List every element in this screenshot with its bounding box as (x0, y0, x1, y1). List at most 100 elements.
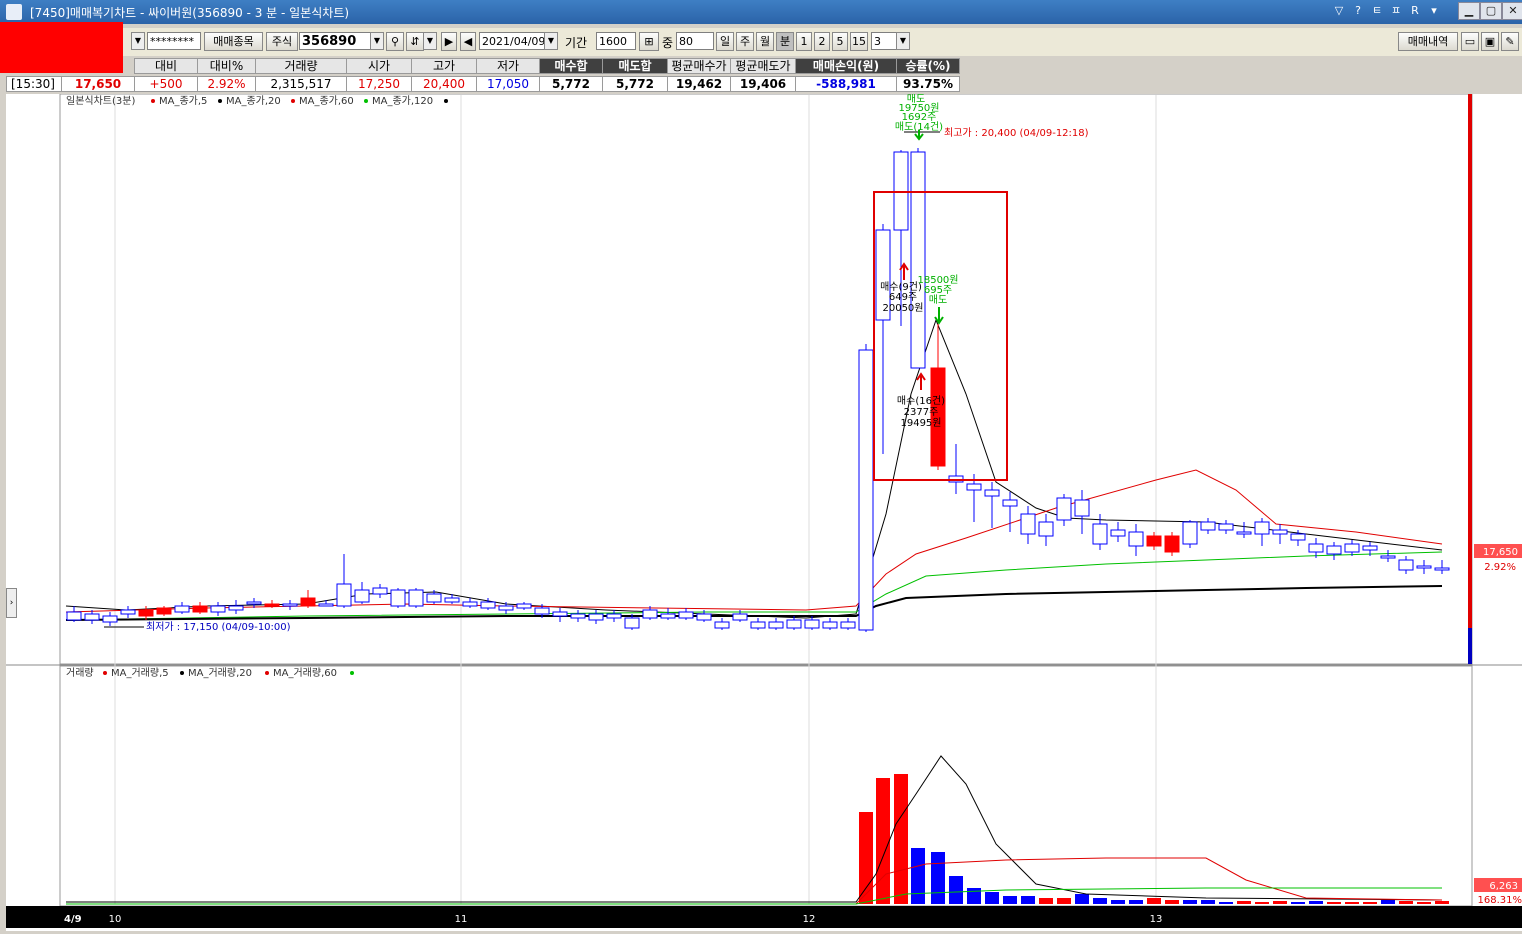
quote-avg-sell: 19,406 (730, 76, 796, 92)
buy1-line2: 649주 (889, 292, 917, 303)
candle-body (1219, 524, 1233, 530)
window-title: [7450]매매복기차트 - 싸이버원(356890 - 3 분 - 일본식차트… (30, 4, 349, 21)
interval-dropdown-icon[interactable]: ▼ (896, 32, 910, 50)
price-legend-dot-4 (364, 99, 368, 103)
candle-body (463, 602, 477, 606)
interval-2-button[interactable]: 2 (814, 32, 830, 51)
candle-body (1147, 536, 1161, 546)
interval-minute-button[interactable]: 분 (776, 32, 794, 51)
password-field[interactable]: ******** (147, 32, 201, 50)
vol-tag: 6,263 (1489, 881, 1518, 892)
settings-wrench-icon[interactable]: ✎ (1501, 32, 1519, 51)
volume-bar (1129, 900, 1143, 904)
candle-body (409, 590, 423, 606)
volume-legend-ma5: MA_거래량,5 (111, 667, 169, 679)
candle-body (247, 602, 261, 604)
candle-body (1417, 566, 1431, 568)
candle-body (661, 614, 675, 618)
layout-icon-1[interactable]: ㅌ (1368, 3, 1386, 19)
date-input[interactable]: 2021/04/09 (479, 32, 545, 50)
interval-month-button[interactable]: 월 (756, 32, 774, 51)
candle-body (157, 608, 171, 614)
grid-icon[interactable]: ⊞ (639, 32, 659, 51)
candle-body (193, 606, 207, 612)
volume-bar (1021, 896, 1035, 904)
refresh-icon[interactable]: R (1406, 3, 1424, 19)
candle-body (121, 610, 135, 614)
quote-change: +500 (134, 76, 198, 92)
candle-body (373, 588, 387, 594)
candlestick-chart[interactable]: 일본식차트(3분) MA_종가,5 MA_종가,20 MA_종가,60 MA_종… (6, 94, 1522, 931)
stock-code-input[interactable]: 356890 (299, 32, 371, 50)
sort-icon[interactable]: ⇵ (406, 32, 424, 51)
stock-code-dropdown-icon[interactable]: ▼ (370, 32, 384, 50)
quote-avg-buy: 19,462 (667, 76, 731, 92)
candle-body (1183, 522, 1197, 544)
candle-body (481, 602, 495, 608)
volume-bar (1363, 902, 1377, 904)
date-dropdown-icon[interactable]: ▼ (544, 32, 558, 50)
quote-low: 17,050 (476, 76, 540, 92)
candle-body (175, 606, 189, 612)
candle-body (859, 350, 873, 630)
interval-1-button[interactable]: 1 (796, 32, 812, 51)
candle-body (1111, 530, 1125, 536)
candle-body (751, 622, 765, 628)
candle-body (1309, 544, 1323, 552)
price-panel (60, 94, 1472, 664)
stock-type-button[interactable]: 주식 (266, 32, 298, 51)
interval-15-button[interactable]: 15 (850, 32, 868, 51)
minimize-button[interactable]: ▁ (1458, 2, 1480, 20)
open-folder-icon[interactable]: ▭ (1461, 32, 1479, 51)
quote-header-sell-sum: 매도합 (602, 58, 668, 74)
period-input[interactable]: 1600 (596, 32, 636, 50)
volume-legend: MA_거래량,5 MA_거래량,20 MA_거래량,60 (103, 667, 354, 679)
candle-body (1273, 530, 1287, 534)
quote-header-avg-sell: 평균매도가 (730, 58, 796, 74)
close-button[interactable]: ✕ (1502, 2, 1522, 20)
volume-bar (967, 888, 981, 904)
volume-bar (1399, 901, 1413, 904)
prev-icon[interactable]: ◀ (460, 32, 476, 51)
quote-change-pct: 2.92% (197, 76, 256, 92)
sort-dropdown-icon[interactable]: ▼ (423, 32, 437, 50)
quote-header-high: 고가 (411, 58, 477, 74)
panel-toggle-icon[interactable]: › (6, 588, 17, 618)
volume-bar (1237, 901, 1251, 904)
price-legend-ma20: MA_종가,20 (226, 95, 281, 107)
candle-body (1003, 500, 1017, 506)
candle-body (283, 604, 297, 606)
save-icon[interactable]: ▣ (1481, 32, 1499, 51)
quote-header-low: 저가 (476, 58, 540, 74)
interval-5-button[interactable]: 5 (832, 32, 848, 51)
interval-week-button[interactable]: 주 (736, 32, 754, 51)
play-icon[interactable]: ▶ (441, 32, 457, 51)
title-bar: [7450]매매복기차트 - 싸이버원(356890 - 3 분 - 일본식차트… (0, 0, 1522, 24)
volume-bar (1381, 900, 1395, 904)
price-legend-dot-2 (218, 99, 222, 103)
search-icon[interactable]: ⚲ (386, 32, 404, 51)
menu-down-icon[interactable]: ▾ (1425, 3, 1443, 19)
interval-input[interactable]: 3 (871, 32, 897, 50)
chart-area[interactable]: 일본식차트(3분) MA_종가,5 MA_종가,20 MA_종가,60 MA_종… (6, 94, 1522, 931)
pct-tag: 2.92% (1484, 562, 1516, 573)
candle-body (1381, 556, 1395, 558)
quote-header-change-pct: 대비% (197, 58, 256, 74)
help-down-icon[interactable]: ▽ (1330, 3, 1348, 19)
price-tag: 17,650 (1483, 547, 1518, 558)
quote-volume: 2,315,517 (255, 76, 347, 92)
quote-header-buy-sum: 매수합 (539, 58, 603, 74)
trade-items-button[interactable]: 매매종목 (204, 32, 263, 51)
interval-day-button[interactable]: 일 (716, 32, 734, 51)
help-icon[interactable]: ? (1349, 3, 1367, 19)
count-input[interactable]: 80 (676, 32, 714, 50)
maximize-button[interactable]: ▢ (1480, 2, 1502, 20)
candle-body (1255, 522, 1269, 534)
candle-body (805, 620, 819, 628)
volume-bar (1111, 900, 1125, 904)
account-dropdown-icon[interactable]: ▼ (131, 32, 145, 50)
volume-bar (1327, 902, 1341, 904)
trade-history-button[interactable]: 매매내역 (1398, 32, 1458, 51)
layout-icon-2[interactable]: ㅍ (1387, 3, 1405, 19)
volume-bar (1183, 900, 1197, 904)
